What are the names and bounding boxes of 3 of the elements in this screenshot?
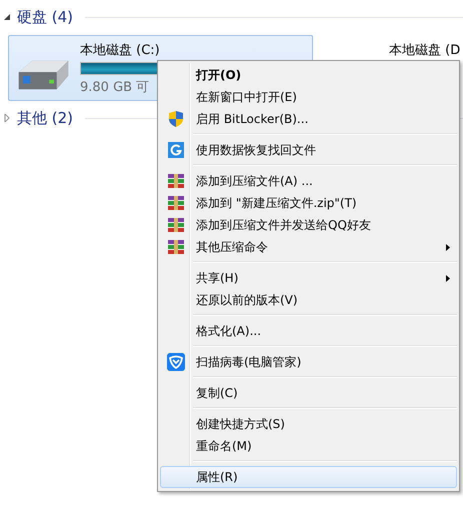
- drive-name: 本地磁盘 (C:): [80, 42, 161, 59]
- free-space: 9.80 GB 可: [80, 79, 150, 96]
- drive-name: 本地磁盘 (D: [389, 42, 460, 59]
